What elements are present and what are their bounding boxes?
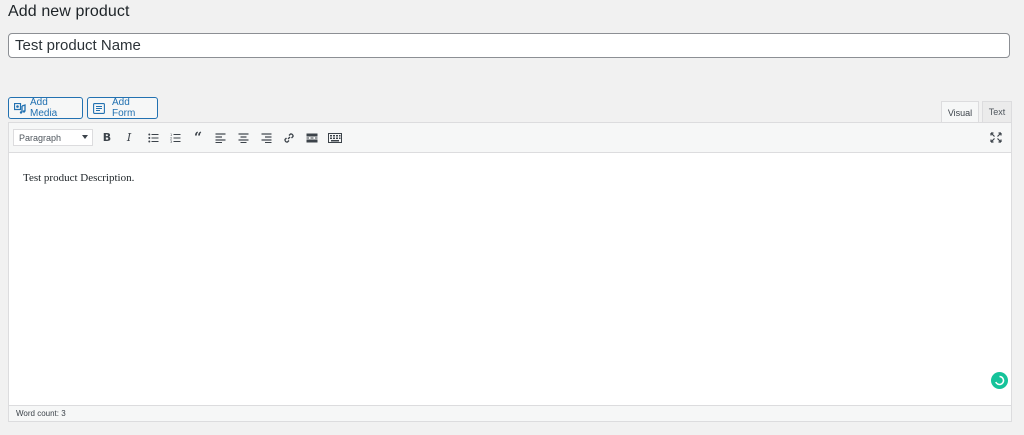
link-button[interactable]	[280, 129, 298, 146]
editor-content-text[interactable]: Test product Description.	[23, 172, 134, 184]
bulleted-list-button[interactable]	[144, 129, 162, 146]
link-icon	[283, 132, 295, 144]
editor-toolbar: Paragraph B I 1 2 3 “	[9, 123, 1011, 153]
read-more-button[interactable]	[303, 129, 321, 146]
svg-text:3: 3	[170, 140, 172, 143]
blockquote-button[interactable]: “	[189, 129, 207, 146]
align-center-icon	[238, 132, 249, 143]
tab-visual[interactable]: Visual	[941, 101, 979, 123]
add-media-button[interactable]: Add Media	[8, 97, 83, 119]
numbered-list-icon: 1 2 3	[170, 133, 181, 143]
add-form-label: Add Form	[112, 97, 136, 119]
editor-content-area[interactable]: Test product Description.	[9, 153, 1011, 405]
blockquote-icon: “	[193, 129, 203, 146]
fullscreen-button[interactable]	[987, 129, 1005, 146]
read-more-icon	[306, 133, 318, 143]
align-center-button[interactable]	[234, 129, 252, 146]
format-select-value: Paragraph	[19, 132, 62, 143]
page-title: Add new product	[8, 3, 130, 20]
align-left-icon	[215, 132, 226, 143]
word-count: Word count: 3	[16, 409, 66, 418]
add-form-button[interactable]: Add Form	[87, 97, 158, 119]
format-select[interactable]: Paragraph	[13, 129, 93, 146]
toolbar-toggle-button[interactable]	[326, 129, 344, 146]
align-right-icon	[261, 132, 272, 143]
tab-text[interactable]: Text	[982, 101, 1012, 122]
bulleted-list-icon	[147, 133, 159, 143]
add-media-icon	[14, 102, 26, 114]
italic-icon: I	[126, 131, 132, 144]
chevron-down-icon	[82, 135, 88, 139]
numbered-list-button[interactable]: 1 2 3	[166, 129, 184, 146]
bold-icon: B	[102, 131, 112, 144]
grammar-check-icon[interactable]	[991, 372, 1008, 389]
toolbar-toggle-icon	[328, 132, 342, 143]
align-left-button[interactable]	[211, 129, 229, 146]
add-media-label: Add Media	[30, 97, 58, 119]
fullscreen-icon	[990, 132, 1002, 143]
bold-button[interactable]: B	[98, 129, 116, 146]
editor-status-bar: Word count: 3	[9, 405, 1011, 421]
editor: Paragraph B I 1 2 3 “ Test product Descr…	[8, 122, 1012, 422]
product-name-input[interactable]	[8, 33, 1010, 58]
italic-button[interactable]: I	[120, 129, 138, 146]
form-icon	[93, 102, 105, 114]
align-right-button[interactable]	[257, 129, 275, 146]
